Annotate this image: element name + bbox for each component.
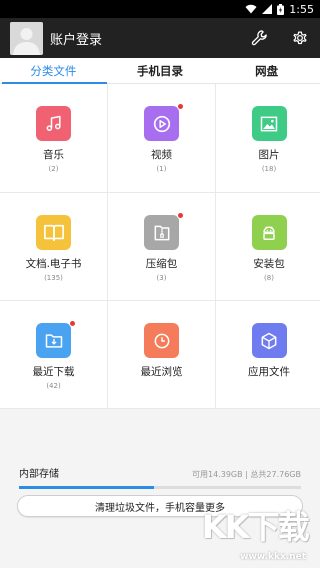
music-tile bbox=[36, 106, 71, 141]
category-images[interactable]: 图片 (18) bbox=[216, 84, 320, 192]
category-count: (3) bbox=[156, 274, 167, 282]
storage-progress-fill bbox=[19, 486, 155, 489]
tab-cloud-drive[interactable]: 网盘 bbox=[213, 58, 320, 83]
login-title[interactable]: 账户登录 bbox=[50, 29, 232, 48]
video-tile bbox=[144, 103, 184, 141]
zip-tile bbox=[144, 212, 184, 250]
category-count: (2) bbox=[48, 165, 59, 173]
wrench-icon bbox=[251, 30, 267, 46]
category-archives[interactable]: 压缩包 (3) bbox=[108, 193, 215, 300]
category-label: 应用文件 bbox=[248, 366, 290, 378]
status-bar: 1:55 bbox=[0, 0, 320, 18]
wifi-icon bbox=[245, 4, 257, 14]
storage-row: 内部存储 可用14.39GB | 总共27.76GB bbox=[19, 409, 301, 480]
avatar[interactable] bbox=[10, 21, 43, 55]
category-label: 最近浏览 bbox=[140, 366, 183, 378]
cube-tile bbox=[251, 323, 287, 358]
cube-icon bbox=[261, 332, 277, 349]
clock-icon bbox=[154, 333, 169, 348]
music-icon bbox=[46, 115, 61, 131]
category-count: (8) bbox=[264, 274, 274, 282]
download-tile bbox=[36, 320, 76, 358]
android-tile bbox=[251, 215, 287, 250]
zip-icon bbox=[154, 225, 169, 240]
category-music[interactable]: 音乐 (2) bbox=[0, 84, 107, 192]
clock-tile bbox=[144, 323, 179, 358]
watermark-logo: KK下载 www.kkx.net bbox=[202, 502, 312, 562]
category-apk[interactable]: 安装包 (8) bbox=[216, 193, 320, 300]
tab-category-files[interactable]: 分类文件 bbox=[0, 58, 107, 84]
watermark-text: KK下载 bbox=[202, 508, 310, 546]
internal-storage-label: 内部存储 bbox=[19, 469, 59, 480]
new-badge bbox=[69, 320, 76, 327]
tab-bar: 分类文件 手机目录 网盘 bbox=[0, 58, 320, 84]
category-video[interactable]: 视频 (1) bbox=[108, 84, 215, 192]
category-label: 视频 bbox=[151, 149, 172, 161]
new-badge bbox=[177, 212, 184, 219]
clock-time: 1:55 bbox=[289, 2, 314, 16]
category-label: 安装包 bbox=[253, 258, 285, 270]
category-count: (1) bbox=[156, 165, 167, 173]
image-tile bbox=[251, 106, 287, 141]
signal-icon bbox=[262, 4, 273, 14]
tab-phone-directory[interactable]: 手机目录 bbox=[107, 58, 214, 83]
category-label: 音乐 bbox=[43, 149, 64, 161]
image-icon bbox=[260, 116, 278, 131]
category-count: (18) bbox=[261, 165, 277, 173]
book-icon bbox=[43, 224, 64, 241]
category-count: (42) bbox=[46, 382, 61, 390]
gear-icon bbox=[293, 31, 307, 45]
storage-progress-bar bbox=[19, 486, 301, 489]
app-bar: 账户登录 bbox=[0, 18, 320, 58]
storage-capacity-text: 可用14.39GB | 总共27.76GB bbox=[192, 470, 301, 479]
download-folder-icon bbox=[45, 333, 62, 348]
android-icon bbox=[263, 225, 275, 240]
category-label: 压缩包 bbox=[145, 258, 178, 270]
category-label: 文档.电子书 bbox=[25, 258, 82, 270]
book-tile bbox=[36, 215, 71, 250]
tools-button[interactable] bbox=[248, 26, 272, 50]
category-grid: 音乐 (2) 视频 (1) 图片 (18) 文档.电子书 (135) 压缩包 (… bbox=[0, 84, 320, 409]
battery-icon bbox=[277, 3, 285, 15]
category-documents[interactable]: 文档.电子书 (135) bbox=[0, 193, 107, 300]
settings-button[interactable] bbox=[288, 26, 312, 50]
category-recent-downloads[interactable]: 最近下载 (42) bbox=[0, 301, 107, 408]
category-app-files[interactable]: 应用文件 bbox=[216, 301, 320, 408]
category-label: 最近下载 bbox=[32, 366, 75, 378]
video-icon bbox=[153, 115, 170, 132]
new-badge bbox=[177, 103, 184, 110]
category-label: 图片 bbox=[258, 149, 280, 161]
user-avatar-icon bbox=[10, 21, 43, 55]
category-count: (135) bbox=[44, 274, 63, 282]
watermark-url: www.kkx.net bbox=[240, 552, 306, 562]
category-recent-browsed[interactable]: 最近浏览 bbox=[108, 301, 215, 408]
